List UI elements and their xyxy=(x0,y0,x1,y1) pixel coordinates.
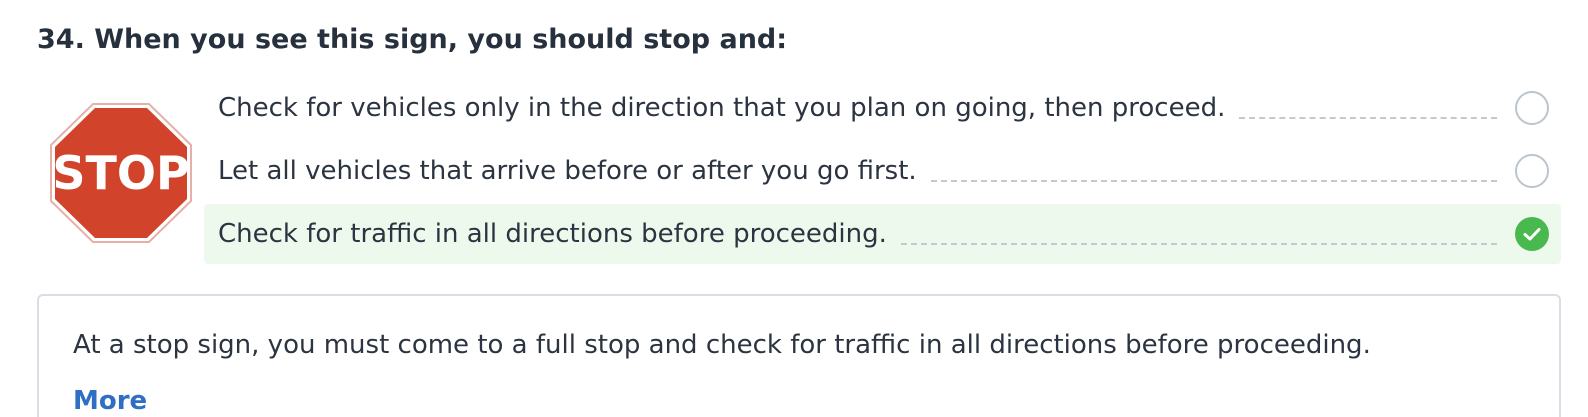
stop-sign-icon: STOP xyxy=(50,103,192,243)
answer-option-2-label: Let all vehicles that arrive before or a… xyxy=(218,156,917,186)
answer-option-1-label: Check for vehicles only in the direction… xyxy=(218,93,1226,123)
answer-option-1[interactable]: Check for vehicles only in the direction… xyxy=(204,78,1561,138)
question-card: 34. When you see this sign, you should s… xyxy=(0,0,1588,417)
answer-option-3-correct[interactable]: Check for traffic in all directions befo… xyxy=(204,204,1561,264)
dotted-leader xyxy=(930,180,1497,182)
answer-option-2[interactable]: Let all vehicles that arrive before or a… xyxy=(204,141,1561,201)
dotted-leader xyxy=(900,243,1497,245)
answer-option-3-label: Check for traffic in all directions befo… xyxy=(218,219,887,249)
checkmark-icon xyxy=(1523,228,1541,241)
dotted-leader xyxy=(1239,117,1497,119)
radio-button-correct[interactable] xyxy=(1515,217,1549,251)
question-title: 34. When you see this sign, you should s… xyxy=(37,24,788,55)
radio-button-unselected[interactable] xyxy=(1515,91,1549,125)
radio-button-unselected[interactable] xyxy=(1515,154,1549,188)
more-link[interactable]: More xyxy=(73,384,147,417)
explanation-text: At a stop sign, you must come to a full … xyxy=(73,330,1371,360)
stop-sign-text: STOP xyxy=(52,146,189,200)
answer-list: Check for vehicles only in the direction… xyxy=(204,78,1561,267)
explanation-box: At a stop sign, you must come to a full … xyxy=(37,294,1561,417)
